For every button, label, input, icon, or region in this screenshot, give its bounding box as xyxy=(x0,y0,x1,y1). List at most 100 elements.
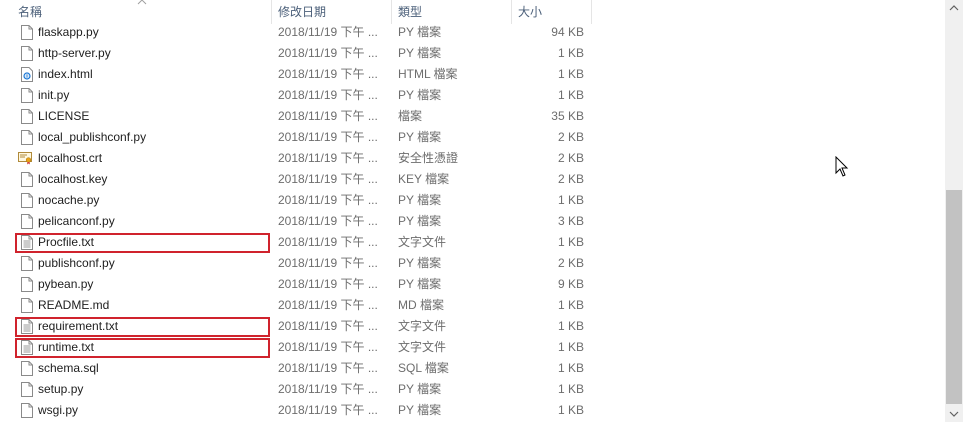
file-icon xyxy=(21,88,33,103)
file-row[interactable]: index.html 2018/11/19 下午 ... HTML 檔案 1 KB xyxy=(0,64,600,85)
file-type: MD 檔案 xyxy=(398,298,444,312)
file-size: 1 KB xyxy=(557,403,584,417)
mouse-pointer-icon xyxy=(835,156,849,177)
file-icon xyxy=(21,46,33,61)
file-icon xyxy=(21,277,33,292)
file-date: 2018/11/19 下午 ... xyxy=(278,340,378,354)
file-size: 1 KB xyxy=(557,298,584,312)
file-date: 2018/11/19 下午 ... xyxy=(278,319,378,333)
sort-ascending-icon xyxy=(137,0,147,5)
file-size: 1 KB xyxy=(557,382,584,396)
column-header-date[interactable]: 修改日期 xyxy=(274,0,392,24)
file-row[interactable]: publishconf.py 2018/11/19 下午 ... PY 檔案 2 KB xyxy=(0,253,600,274)
file-size: 1 KB xyxy=(557,319,584,333)
file-row[interactable]: requirement.txt 2018/11/19 下午 ... 文字文件 1 KB xyxy=(0,316,600,337)
file-name: pelicanconf.py xyxy=(38,214,115,228)
file-size: 1 KB xyxy=(557,193,584,207)
file-row[interactable]: pelicanconf.py 2018/11/19 下午 ... PY 檔案 3 KB xyxy=(0,211,600,232)
file-row[interactable]: Procfile.txt 2018/11/19 下午 ... 文字文件 1 KB xyxy=(0,232,600,253)
file-type: 文字文件 xyxy=(398,340,447,354)
file-row[interactable]: wsgi.py 2018/11/19 下午 ... PY 檔案 1 KB xyxy=(0,400,600,421)
file-row[interactable]: LICENSE 2018/11/19 下午 ... 檔案 35 KB xyxy=(0,106,600,127)
scroll-up-arrow-icon[interactable] xyxy=(945,0,963,17)
file-date: 2018/11/19 下午 ... xyxy=(278,214,378,228)
file-icon xyxy=(21,403,33,418)
file-size: 2 KB xyxy=(557,172,584,186)
scrollbar-thumb[interactable] xyxy=(946,190,962,404)
file-type: PY 檔案 xyxy=(398,46,442,60)
file-row[interactable]: init.py 2018/11/19 下午 ... PY 檔案 1 KB xyxy=(0,85,600,106)
column-header-bar: 名稱 修改日期 類型 大小 xyxy=(0,0,945,24)
file-row[interactable]: flaskapp.py 2018/11/19 下午 ... PY 檔案 94 KB xyxy=(0,22,600,43)
file-date: 2018/11/19 下午 ... xyxy=(278,130,378,144)
file-type: PY 檔案 xyxy=(398,193,442,207)
file-date: 2018/11/19 下午 ... xyxy=(278,109,378,123)
file-type: PY 檔案 xyxy=(398,403,442,417)
file-name: pybean.py xyxy=(38,277,94,291)
column-divider[interactable] xyxy=(591,0,592,24)
file-date: 2018/11/19 下午 ... xyxy=(278,193,378,207)
column-header-type[interactable]: 類型 xyxy=(394,0,512,24)
file-date: 2018/11/19 下午 ... xyxy=(278,151,378,165)
certificate-icon xyxy=(18,152,32,167)
file-type: HTML 檔案 xyxy=(398,67,458,81)
file-date: 2018/11/19 下午 ... xyxy=(278,172,378,186)
file-type: PY 檔案 xyxy=(398,277,442,291)
file-row[interactable]: README.md 2018/11/19 下午 ... MD 檔案 1 KB xyxy=(0,295,600,316)
file-row[interactable]: local_publishconf.py 2018/11/19 下午 ... PY … xyxy=(0,127,600,148)
file-icon xyxy=(21,298,33,313)
column-header-size-label: 大小 xyxy=(518,5,543,19)
file-row[interactable]: schema.sql 2018/11/19 下午 ... SQL 檔案 1 KB xyxy=(0,358,600,379)
file-date: 2018/11/19 下午 ... xyxy=(278,67,378,81)
file-row[interactable]: localhost.key 2018/11/19 下午 ... KEY 檔案 2 KB xyxy=(0,169,600,190)
file-row[interactable]: pybean.py 2018/11/19 下午 ... PY 檔案 9 KB xyxy=(0,274,600,295)
file-date: 2018/11/19 下午 ... xyxy=(278,256,378,270)
file-name: requirement.txt xyxy=(38,319,119,333)
file-row[interactable]: localhost.crt 2018/11/19 下午 ... 安全性憑證 2 KB xyxy=(0,148,600,169)
file-date: 2018/11/19 下午 ... xyxy=(278,46,378,60)
file-date: 2018/11/19 下午 ... xyxy=(278,382,378,396)
file-size: 1 KB xyxy=(557,340,584,354)
file-name: localhost.crt xyxy=(38,151,103,165)
file-type: PY 檔案 xyxy=(398,88,442,102)
file-name: index.html xyxy=(38,67,93,81)
file-icon xyxy=(21,193,33,208)
file-icon xyxy=(21,172,33,187)
file-size: 1 KB xyxy=(557,361,584,375)
file-name: publishconf.py xyxy=(38,256,115,270)
file-name: schema.sql xyxy=(38,361,99,375)
file-size: 1 KB xyxy=(557,235,584,249)
file-name: nocache.py xyxy=(38,193,100,207)
column-header-size[interactable]: 大小 xyxy=(514,0,592,24)
file-size: 1 KB xyxy=(557,46,584,60)
column-divider[interactable] xyxy=(511,0,512,24)
file-date: 2018/11/19 下午 ... xyxy=(278,88,378,102)
file-row[interactable]: runtime.txt 2018/11/19 下午 ... 文字文件 1 KB xyxy=(0,337,600,358)
file-name: localhost.key xyxy=(38,172,108,186)
column-divider[interactable] xyxy=(271,0,272,24)
file-name: LICENSE xyxy=(38,109,90,123)
file-name: init.py xyxy=(38,88,70,102)
file-date: 2018/11/19 下午 ... xyxy=(278,277,378,291)
file-size: 1 KB xyxy=(557,88,584,102)
file-row[interactable]: http-server.py 2018/11/19 下午 ... PY 檔案 1 KB xyxy=(0,43,600,64)
file-row[interactable]: nocache.py 2018/11/19 下午 ... PY 檔案 1 KB xyxy=(0,190,600,211)
file-name: README.md xyxy=(38,298,110,312)
text-file-icon xyxy=(21,319,33,334)
file-type: KEY 檔案 xyxy=(398,172,450,186)
column-header-type-label: 類型 xyxy=(398,5,423,19)
file-name: runtime.txt xyxy=(38,340,95,354)
html-file-icon xyxy=(21,67,33,82)
file-type: 文字文件 xyxy=(398,235,447,249)
file-row[interactable]: setup.py 2018/11/19 下午 ... PY 檔案 1 KB xyxy=(0,379,600,400)
scroll-down-arrow-icon[interactable] xyxy=(945,405,963,422)
column-divider[interactable] xyxy=(391,0,392,24)
file-size: 2 KB xyxy=(557,130,584,144)
file-icon xyxy=(21,382,33,397)
vertical-scrollbar[interactable] xyxy=(945,0,963,422)
file-date: 2018/11/19 下午 ... xyxy=(278,403,378,417)
file-date: 2018/11/19 下午 ... xyxy=(278,298,378,312)
file-size: 1 KB xyxy=(557,67,584,81)
text-file-icon xyxy=(21,235,33,250)
file-size: 9 KB xyxy=(557,277,584,291)
